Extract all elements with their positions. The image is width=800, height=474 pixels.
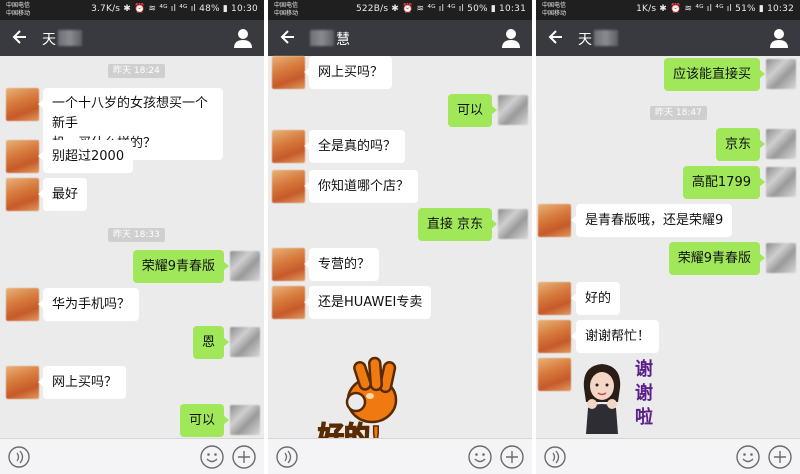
- message-bubble-sent[interactable]: 京东: [715, 128, 766, 161]
- ok-hand-sticker[interactable]: 好的!: [310, 356, 420, 453]
- contact-avatar[interactable]: [538, 320, 571, 353]
- voice-input-icon[interactable]: [544, 446, 566, 468]
- redacted-name-blur: [310, 30, 334, 46]
- self-avatar[interactable]: [230, 327, 260, 357]
- message-bubble-received[interactable]: 网上买吗？: [37, 366, 127, 399]
- self-avatar[interactable]: [766, 167, 796, 197]
- message-bubble-received[interactable]: 你知道哪个店？: [303, 170, 419, 203]
- back-arrow-icon[interactable]: [278, 27, 298, 47]
- contact-name: 天: [578, 32, 592, 48]
- plus-icon[interactable]: [500, 445, 524, 469]
- emoji-icon[interactable]: [736, 445, 760, 469]
- voice-input-icon[interactable]: [276, 446, 298, 468]
- message-bubble-received[interactable]: 网上买吗？: [303, 56, 393, 89]
- sticker-caption: 谢 谢 啦: [635, 359, 653, 428]
- carrier-labels: 中国电信 中国移动: [274, 2, 299, 17]
- contact-profile-icon[interactable]: [768, 27, 790, 49]
- contact-avatar[interactable]: [272, 170, 305, 203]
- message-bubble-sent[interactable]: 直接 京东: [417, 208, 498, 241]
- status-bar: 中国电信 中国移动 522B/s ✱ ⏰ ≋ ⁴ᴳ ıl ⁴ᴳ ıl 50% ▮…: [268, 0, 532, 20]
- contact-name: 天: [42, 32, 56, 48]
- status-indicators: 522B/s ✱ ⏰ ≋ ⁴ᴳ ıl ⁴ᴳ ıl 50% ▮ 10:31: [355, 4, 526, 14]
- message-bubble-sent[interactable]: 可以: [179, 404, 230, 437]
- message-bubble-received[interactable]: 全是真的吗？: [303, 130, 406, 163]
- back-arrow-icon[interactable]: [546, 27, 566, 47]
- plus-icon[interactable]: [768, 445, 792, 469]
- chat-screen-2: 中国电信 中国移动 522B/s ✱ ⏰ ≋ ⁴ᴳ ıl ⁴ᴳ ıl 50% ▮…: [268, 0, 532, 474]
- contact-avatar[interactable]: [6, 88, 39, 121]
- self-avatar[interactable]: [230, 251, 260, 281]
- message-bubble-sent[interactable]: 荣耀9青春版: [668, 242, 766, 275]
- timestamp-tag: 昨天 18:24: [108, 64, 165, 78]
- input-bar: [536, 438, 800, 474]
- plus-icon[interactable]: [232, 445, 256, 469]
- status-bar: 中国电信 中国移动 3.7K/s ✱ ⏰ ≋ ⁴ᴳ ıl ⁴ᴳ ıl 48% ▮…: [0, 0, 264, 20]
- self-avatar[interactable]: [766, 59, 796, 89]
- contact-profile-icon[interactable]: [500, 27, 522, 49]
- contact-profile-icon[interactable]: [232, 27, 254, 49]
- message-bubble-received[interactable]: 别超过2000: [37, 140, 134, 173]
- chat-screen-3: 中国电信 中国移动 1K/s ✱ ⏰ ≋ ⁴ᴳ ıl ⁴ᴳ ıl 51% ▮ 1…: [536, 0, 800, 474]
- message-bubble-sent[interactable]: 可以: [447, 94, 498, 127]
- message-bubble-received[interactable]: 华为手机吗？: [37, 288, 140, 321]
- contact-avatar[interactable]: [6, 178, 39, 211]
- message-bubble-received[interactable]: 是青春版哦，还是荣耀9: [570, 204, 733, 237]
- message-bubble-sent[interactable]: 荣耀9青春版: [132, 250, 230, 283]
- contact-avatar[interactable]: [272, 56, 305, 89]
- voice-input-icon[interactable]: [8, 446, 30, 468]
- chat-header: 天: [536, 20, 800, 56]
- message-bubble-sent[interactable]: 恩: [192, 326, 230, 359]
- self-avatar[interactable]: [498, 209, 528, 239]
- status-bar: 中国电信 中国移动 1K/s ✱ ⏰ ≋ ⁴ᴳ ıl ⁴ᴳ ıl 51% ▮ 1…: [536, 0, 800, 20]
- contact-avatar[interactable]: [538, 204, 571, 237]
- message-bubble-received[interactable]: 专营的？: [303, 248, 380, 281]
- chat-header: 天: [0, 20, 264, 56]
- contact-avatar[interactable]: [538, 358, 571, 391]
- status-indicators: 1K/s ✱ ⏰ ≋ ⁴ᴳ ıl ⁴ᴳ ıl 51% ▮ 10:32: [636, 4, 794, 14]
- contact-avatar[interactable]: [272, 130, 305, 163]
- message-bubble-received[interactable]: 还是HUAWEI专卖: [303, 286, 432, 319]
- girl-figure-icon: [583, 364, 621, 434]
- self-avatar[interactable]: [498, 95, 528, 125]
- chat-screen-1: 中国电信 中国移动 3.7K/s ✱ ⏰ ≋ ⁴ᴳ ıl ⁴ᴳ ıl 48% ▮…: [0, 0, 264, 474]
- carrier-labels: 中国电信 中国移动: [542, 2, 567, 17]
- message-bubble-received[interactable]: 谢谢帮忙！: [570, 320, 660, 353]
- back-arrow-icon[interactable]: [10, 27, 30, 47]
- emoji-icon[interactable]: [200, 445, 224, 469]
- contact-avatar[interactable]: [272, 286, 305, 319]
- emoji-icon[interactable]: [468, 445, 492, 469]
- carrier-labels: 中国电信 中国移动: [6, 2, 31, 17]
- redacted-name-blur: [58, 30, 82, 46]
- contact-avatar[interactable]: [6, 140, 39, 173]
- timestamp-tag: 昨天 18:47: [650, 106, 707, 120]
- message-bubble-received[interactable]: 好的: [570, 282, 621, 315]
- input-bar: [0, 438, 264, 474]
- self-avatar[interactable]: [766, 243, 796, 273]
- contact-avatar[interactable]: [272, 248, 305, 281]
- message-bubble-sent[interactable]: 高配1799: [682, 166, 766, 199]
- message-bubble-received[interactable]: 最好: [37, 178, 88, 211]
- timestamp-tag: 昨天 18:33: [108, 228, 165, 242]
- self-avatar[interactable]: [230, 405, 260, 435]
- contact-name: 慧: [336, 32, 350, 48]
- self-avatar[interactable]: [766, 129, 796, 159]
- input-bar: [268, 438, 532, 474]
- message-bubble-sent[interactable]: 应该能直接买: [663, 58, 766, 91]
- thank-you-sticker[interactable]: 谢 谢 啦: [576, 356, 666, 436]
- status-indicators: 3.7K/s ✱ ⏰ ≋ ⁴ᴳ ıl ⁴ᴳ ıl 48% ▮ 10:30: [91, 4, 258, 14]
- contact-avatar[interactable]: [538, 282, 571, 315]
- contact-avatar[interactable]: [6, 288, 39, 321]
- chat-header: 慧: [268, 20, 532, 56]
- contact-avatar[interactable]: [6, 366, 39, 399]
- redacted-name-blur: [594, 30, 618, 46]
